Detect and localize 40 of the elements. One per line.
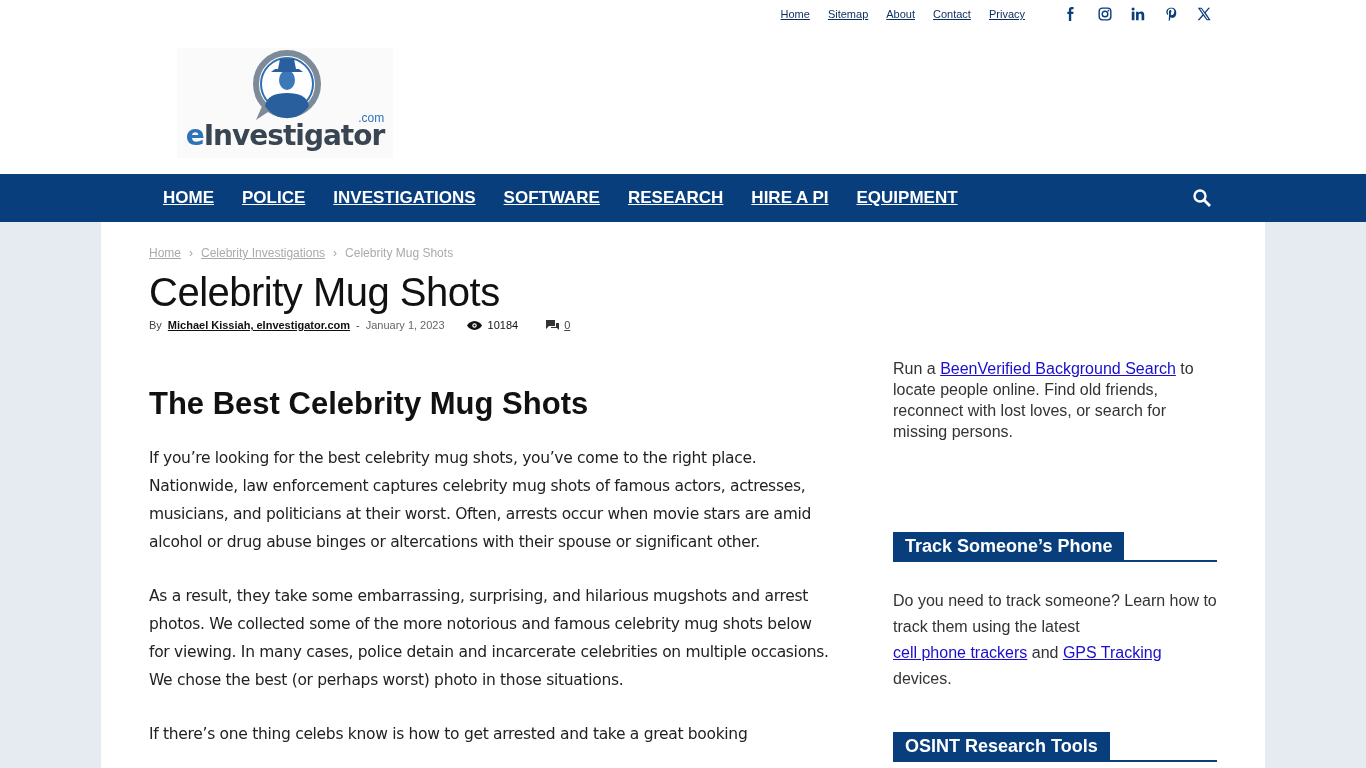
sidebar-text: Do you need to track someone? Learn how to track them using the latest cell phone trackers and GPS Tracking devices. [893,591,1217,689]
eye-icon [466,320,482,330]
widget-title: Track Someone’s Phone [893,532,1125,560]
nav-link[interactable]: RESEARCH [613,188,738,208]
sidebar-text: Run a BeenVerified Background Search to locate people online. Find old friends, reconnect with lost loves, or search for missing persons. [893,359,1195,442]
search-icon[interactable] [1193,189,1211,207]
article-title: Celebrity Mug Shots [149,270,501,315]
top-link[interactable]: Contact [933,8,971,20]
top-link[interactable]: Home [780,8,810,20]
instagram-icon[interactable] [1098,7,1112,21]
nav-link[interactable]: INVESTIGATIONS [319,188,490,208]
text-link[interactable]: cell phone trackers [893,644,1028,661]
widget-title: OSINT Research Tools [893,732,1110,760]
nav-link[interactable]: EQUIPMENT [842,188,972,208]
comment-icon [546,320,560,330]
author-link[interactable]: Michael Kissiah, eInvestigator.com [167,319,351,331]
x-icon[interactable] [1197,7,1211,21]
post-date: January 1, 2023 [365,319,445,331]
meta-separator: - [356,319,360,331]
text-link[interactable]: GPS Tracking [1062,644,1162,661]
comment-count-link[interactable]: 0 [564,319,571,331]
nav-link[interactable]: SOFTWARE [489,188,614,208]
text-link[interactable]: BeenVerified Background Search [940,360,1176,377]
section-heading: The Best Celebrity Mug Shots [149,386,590,422]
paragraph: As a result, they take some embarrassing, surprising, and hilarious mugshots and arrest photos. We collected some of the more notorious and famous celebrity mug shots below for viewing. In many cases, police detain and incarcerate celebrities on multiple occasions. We chose the best (or perhaps worst) photo in those situations. [149,586,830,691]
nav-link[interactable]: HIRE A PI [737,188,843,208]
linkedin-icon[interactable] [1131,7,1145,21]
breadcrumb-separator: › [333,246,338,260]
top-link[interactable]: About [886,8,915,20]
top-link[interactable]: Privacy [988,8,1025,20]
breadcrumb-separator: › [189,246,193,260]
pinterest-icon[interactable] [1164,7,1178,21]
byline-label: By [149,319,162,331]
nav-link[interactable]: HOME [149,188,228,208]
paragraph: If there’s one thing celebs know is how to get arrested and take a great booking [149,724,749,745]
breadcrumb-current: Celebrity Mug Shots [345,246,454,260]
nav-link[interactable]: POLICE [228,188,320,208]
view-count: 10184 [487,319,519,331]
top-link[interactable]: Sitemap [827,8,869,20]
paragraph: If you’re looking for the best celebrity mug shots, you’ve come to the right place. Nationwide, law enforcement captures celebrity mug shots of famous actors, actresses, musicians, and politicians at their worst. Often, arrests occur when movie stars are amid alcohol or drug abuse binges or altercations with their spouse or significant other. [149,448,813,553]
